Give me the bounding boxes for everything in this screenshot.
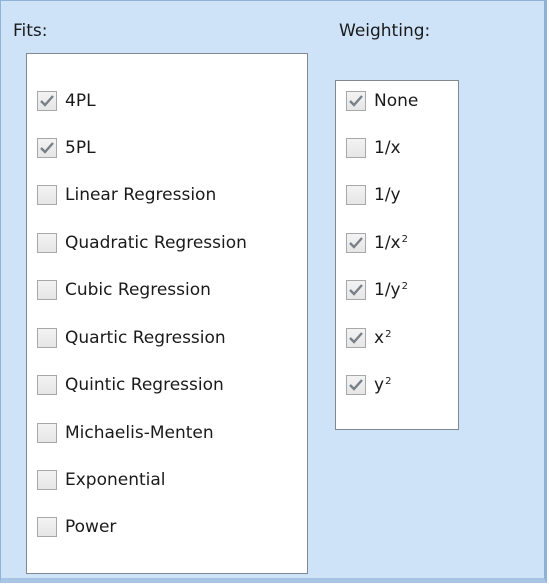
weighting-listbox[interactable]: None 1/x 1/y 1/x 2 1/y 2 x2 y2 <box>335 80 459 430</box>
weighting-option-y-squared[interactable]: y2 <box>346 373 391 397</box>
fit-option-michaelis-menten[interactable]: Michaelis-Menten <box>37 421 214 445</box>
fit-option-linear-regression[interactable]: Linear Regression <box>37 183 216 207</box>
fit-option-label: Quadratic Regression <box>65 233 247 253</box>
checkbox-weighting-inverse-x-squared[interactable] <box>346 233 366 253</box>
weighting-option-label: 1/y <box>374 280 401 300</box>
fit-option-label: Quintic Regression <box>65 375 224 395</box>
fits-title: Fits: <box>13 21 48 41</box>
check-icon <box>349 379 363 391</box>
checkbox-cubic-regression[interactable] <box>37 280 57 300</box>
check-icon <box>349 284 363 296</box>
fit-option-label: 5PL <box>65 138 96 158</box>
fit-option-label: Linear Regression <box>65 185 217 205</box>
check-icon <box>349 95 363 107</box>
weighting-option-label: 1/x <box>374 138 401 158</box>
fit-option-quartic-regression[interactable]: Quartic Regression <box>37 326 226 350</box>
weighting-option-label: y <box>374 375 385 395</box>
checkbox-weighting-inverse-y[interactable] <box>346 185 366 205</box>
check-icon <box>40 95 54 107</box>
weighting-option-label: x <box>374 328 385 348</box>
checkbox-weighting-inverse-y-squared[interactable] <box>346 280 366 300</box>
weighting-option-label: 1/y <box>374 185 401 205</box>
checkbox-power[interactable] <box>37 517 57 537</box>
check-icon <box>349 332 363 344</box>
fit-option-label: Exponential <box>65 470 166 490</box>
checkbox-weighting-y-squared[interactable] <box>346 375 366 395</box>
checkbox-5pl[interactable] <box>37 138 57 158</box>
fit-option-5pl[interactable]: 5PL <box>37 136 96 160</box>
weighting-option-inverse-y-squared[interactable]: 1/y 2 <box>346 278 408 302</box>
checkbox-weighting-x-squared[interactable] <box>346 328 366 348</box>
fits-listbox[interactable]: 4PL 5PL Linear Regression Quadratic Regr… <box>26 53 308 574</box>
checkbox-quintic-regression[interactable] <box>37 375 57 395</box>
checkbox-weighting-inverse-x[interactable] <box>346 138 366 158</box>
checkbox-weighting-none[interactable] <box>346 91 366 111</box>
fit-option-label: Michaelis-Menten <box>65 423 214 443</box>
weighting-option-inverse-x[interactable]: 1/x <box>346 136 401 160</box>
fit-option-label: 4PL <box>65 91 96 111</box>
options-panel: Fits: 4PL 5PL Linear Regression Quadrati… <box>0 0 547 583</box>
fit-option-4pl[interactable]: 4PL <box>37 89 96 113</box>
weighting-option-inverse-y[interactable]: 1/y <box>346 183 401 207</box>
fit-option-cubic-regression[interactable]: Cubic Regression <box>37 278 211 302</box>
checkbox-linear-regression[interactable] <box>37 185 57 205</box>
checkbox-4pl[interactable] <box>37 91 57 111</box>
fit-option-quintic-regression[interactable]: Quintic Regression <box>37 373 224 397</box>
weighting-option-label: 1/x <box>374 233 401 253</box>
weighting-option-label: None <box>374 91 419 111</box>
weighting-title: Weighting: <box>339 21 431 41</box>
check-icon <box>40 142 54 154</box>
weighting-option-none[interactable]: None <box>346 89 418 113</box>
fit-option-label: Quartic Regression <box>65 328 226 348</box>
fit-option-exponential[interactable]: Exponential <box>37 468 166 492</box>
fit-option-quadratic-regression[interactable]: Quadratic Regression <box>37 231 247 255</box>
check-icon <box>349 237 363 249</box>
checkbox-quartic-regression[interactable] <box>37 328 57 348</box>
fit-option-label: Cubic Regression <box>65 280 211 300</box>
weighting-option-x-squared[interactable]: x2 <box>346 326 391 350</box>
checkbox-exponential[interactable] <box>37 470 57 490</box>
weighting-option-inverse-x-squared[interactable]: 1/x 2 <box>346 231 408 255</box>
checkbox-quadratic-regression[interactable] <box>37 233 57 253</box>
fit-option-label: Power <box>65 517 117 537</box>
checkbox-michaelis-menten[interactable] <box>37 423 57 443</box>
fit-option-power[interactable]: Power <box>37 515 116 539</box>
